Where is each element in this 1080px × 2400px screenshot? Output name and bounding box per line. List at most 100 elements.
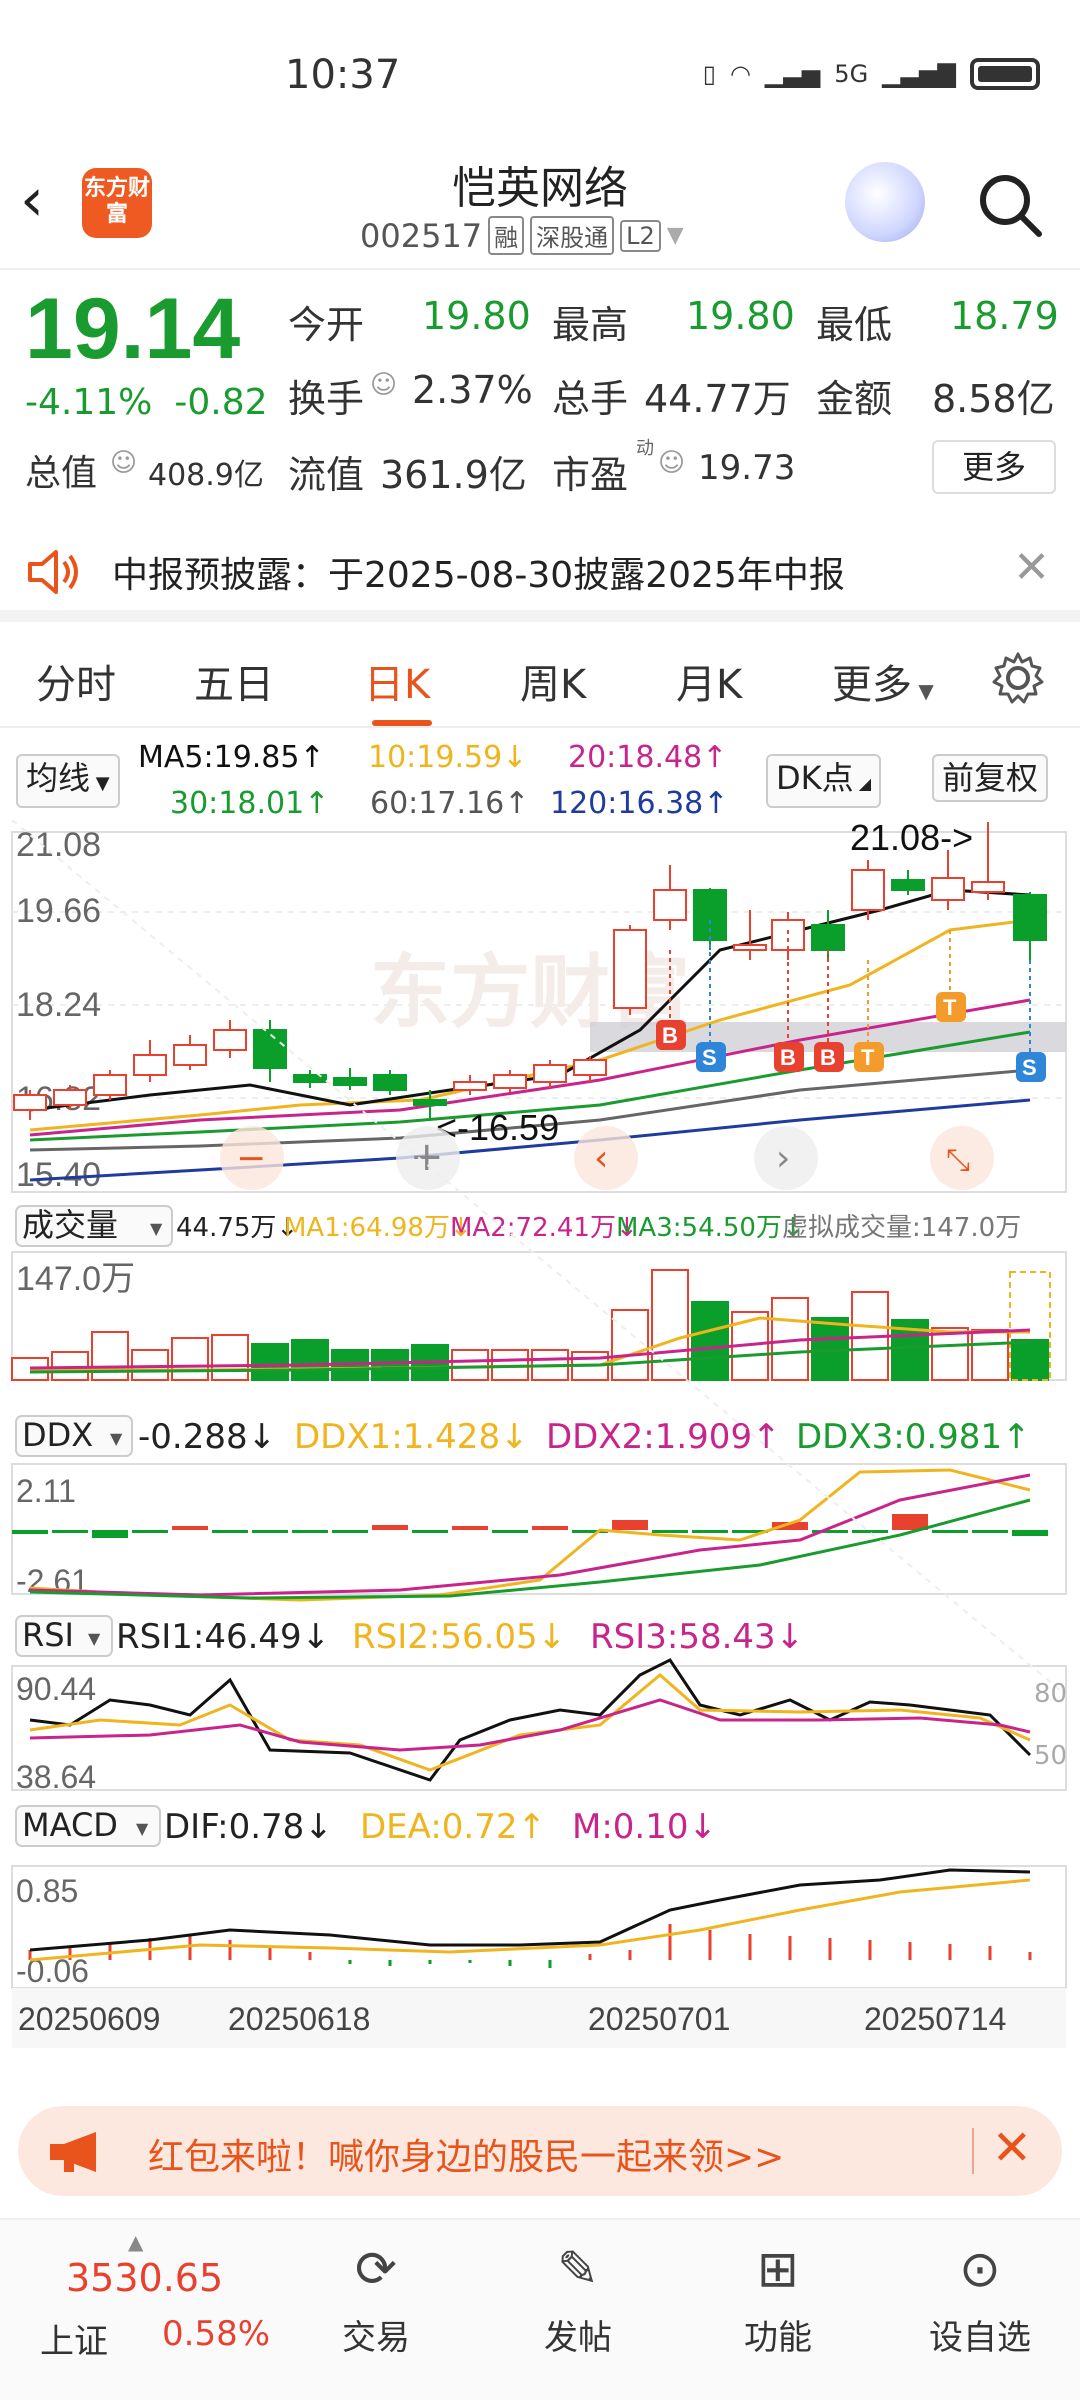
chevron-left-icon: ‹	[594, 1138, 608, 1179]
signal-icon: ▁▃▅	[764, 60, 821, 88]
notice-bar[interactable]: 中报预披露：于2025-08-30披露2025年中报 ✕	[0, 522, 1080, 622]
nav-trade-label: 交易	[342, 2318, 410, 2358]
status-icons: ▯ ◠ ▁▃▅ 5G ▁▃▅▇	[703, 58, 1040, 90]
high-value: 19.80	[686, 294, 795, 338]
search-icon[interactable]	[975, 170, 1045, 240]
ddx-bar	[532, 1526, 568, 1530]
tag-connect: 深股通	[530, 216, 615, 255]
ddx-bar	[972, 1530, 1008, 1533]
candle-body	[53, 1089, 87, 1106]
macd-bar	[468, 1960, 472, 1963]
volume-bar	[131, 1349, 169, 1381]
rsi-selector-label: RSI	[22, 1616, 74, 1654]
candle-body	[733, 944, 767, 951]
active-tab-indicator	[372, 720, 432, 726]
signal-sell-label: S	[1022, 1055, 1037, 1080]
close-icon[interactable]: ✕	[1013, 542, 1050, 593]
macd-bar	[708, 1930, 712, 1960]
mktcap-label: 总值	[25, 453, 98, 494]
candle-body	[93, 1074, 127, 1096]
ddx-bar	[452, 1526, 488, 1530]
macd-y-max: 0.85	[16, 1873, 78, 1909]
nav-post-label: 发帖	[544, 2318, 612, 2358]
assistant-avatar[interactable]	[845, 162, 925, 242]
volume-bar	[971, 1329, 1009, 1381]
candle-body	[213, 1029, 247, 1051]
quote-panel: 19.14 -4.11% -0.82 今开 19.80 最高 19.80 最低 …	[0, 272, 1080, 512]
turnover-value: 2.37%	[412, 368, 533, 412]
pe-dynamic-mark: 动	[636, 438, 654, 459]
macd-bar	[908, 1942, 912, 1960]
volume-bar	[1011, 1339, 1049, 1381]
ddx-bar	[292, 1530, 328, 1533]
nav-trade[interactable]: ⟳ 交易	[306, 2240, 446, 2359]
candle-body	[533, 1064, 567, 1083]
ma30-value: 30:18.01↑	[170, 786, 330, 821]
candle-body	[493, 1074, 527, 1089]
divider	[972, 2128, 974, 2174]
speaker-icon	[28, 550, 78, 594]
macd-bar	[748, 1934, 752, 1960]
candle-body	[811, 924, 845, 951]
index-value[interactable]: 3530.65	[66, 2256, 223, 2300]
tag-l2: L2	[620, 219, 661, 252]
index-change[interactable]: 0.58%	[162, 2314, 270, 2354]
tab-five-day[interactable]: 五日	[194, 652, 274, 710]
signal-sell-label: S	[702, 1045, 717, 1070]
signal-t-label: T	[861, 1045, 875, 1070]
more-circle-icon: ⊙	[959, 2240, 1001, 2298]
date-label: 20250701	[588, 2001, 730, 2037]
nav-functions[interactable]: ⊞ 功能	[708, 2240, 848, 2359]
close-icon[interactable]: ✕	[992, 2120, 1032, 2176]
volume-ma1: MA1:64.98万↓	[284, 1213, 472, 1243]
adjust-button[interactable]: 前复权	[932, 754, 1049, 802]
chevron-up-icon[interactable]: ▲	[128, 2230, 143, 2254]
chart-controls: − + ‹ › ⤡	[220, 1126, 994, 1190]
tab-weekly-k[interactable]: 周K	[520, 652, 586, 710]
price-change: -4.11% -0.82	[25, 382, 268, 423]
dk-point-button[interactable]: DK点 ◢	[766, 754, 882, 808]
ma-selector[interactable]: 均线 ▼	[16, 754, 120, 808]
stock-header: ‹ 东方财富 恺英网络 002517 融 深股通 L2 ▼	[0, 140, 1080, 270]
rsi2-value: RSI2:56.05↓	[352, 1617, 566, 1657]
ddx1-line	[29, 1468, 1031, 1602]
tab-more[interactable]: 更多 ▼	[832, 652, 934, 710]
candle-body	[373, 1074, 407, 1091]
chart-area[interactable]: 东方财富 21.08 19.66 18.24 16.82 15.40 21.08…	[0, 820, 1080, 2090]
rsi-y-max: 90.44	[16, 1671, 96, 1707]
ma120-value: 120:16.38↑	[550, 786, 729, 821]
date-label: 20250618	[228, 2001, 370, 2037]
nav-post[interactable]: ✎ 发帖	[508, 2240, 648, 2359]
network-type: 5G	[834, 60, 869, 88]
candle-body	[13, 1094, 47, 1111]
ddx-value: -0.288↓	[138, 1417, 276, 1457]
macd-bar	[948, 1944, 952, 1960]
volume-bar	[371, 1349, 409, 1381]
ddx-bar	[412, 1530, 448, 1533]
grid-icon: ⊞	[757, 2240, 799, 2298]
bottom-nav: ▲ 3530.65 上证 0.58% ⟳ 交易 ✎ 发帖 ⊞ 功能 ⊙ 设自选	[0, 2218, 1080, 2400]
kline-y-label: 18.24	[16, 986, 101, 1024]
macd-bar	[668, 1924, 672, 1960]
info-icon[interactable]: ☺	[658, 448, 685, 478]
tab-daily-k[interactable]: 日K	[364, 652, 430, 710]
info-icon[interactable]: ☺	[370, 370, 397, 400]
rsi-ref-50: 50	[1034, 1741, 1067, 1771]
info-icon[interactable]: ☺	[110, 448, 137, 478]
tab-monthly-k[interactable]: 月K	[676, 652, 742, 710]
ddx2-line	[29, 1473, 1031, 1597]
candle-body	[891, 879, 925, 891]
nav-watchlist[interactable]: ⊙ 设自选	[910, 2240, 1050, 2359]
signal-icon-2: ▁▃▅▇	[882, 60, 956, 88]
macd-dif: DIF:0.78↓	[164, 1807, 333, 1847]
ddx-bar	[132, 1530, 168, 1533]
more-button[interactable]: 更多	[932, 440, 1056, 494]
amount-label: 金额	[816, 377, 893, 421]
macd-bar	[428, 1960, 432, 1964]
tab-intraday[interactable]: 分时	[36, 652, 116, 710]
chevron-down-icon[interactable]: ▼	[667, 223, 684, 248]
promo-banner[interactable]: 红包来啦！喊你身边的股民一起来领>> ✕	[18, 2106, 1062, 2196]
index-name[interactable]: 上证	[40, 2314, 108, 2363]
settings-gear-icon[interactable]	[990, 650, 1046, 706]
kline-y-label: 19.66	[16, 892, 101, 930]
